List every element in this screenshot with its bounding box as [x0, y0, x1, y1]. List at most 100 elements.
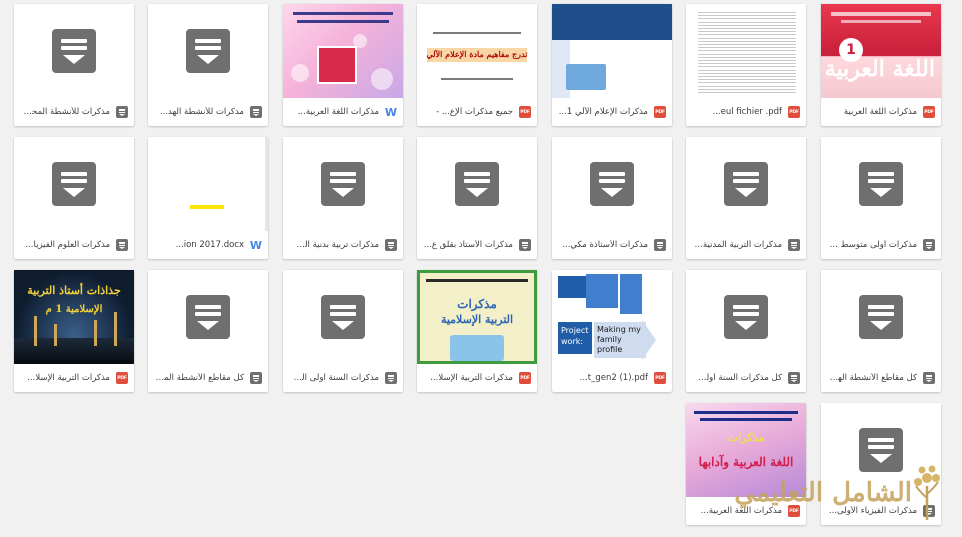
file-name: مذكرات السنة اولى الم... — [289, 373, 379, 383]
file-thumbnail — [148, 4, 268, 98]
archive-icon — [52, 162, 96, 206]
file-card[interactable]: مذكرات الأستاذ بقلق ع... — [417, 137, 537, 259]
thumb-title: تدرج مفاهيم مادة الإعلام الآلي — [426, 49, 528, 59]
file-footer: مذكرات العلوم الفيزيائ... — [14, 231, 134, 259]
file-name: مذكرات الأستاذة مكي... — [562, 240, 648, 250]
file-name: مذكرات اللغة العربية — [843, 107, 917, 117]
file-card[interactable]: مذكرات السنة اولى الم... — [283, 270, 403, 392]
file-name: مذكرات اللغة العربية... — [297, 107, 379, 117]
file-footer: مذكرات تربية بدنية الس... — [283, 231, 403, 259]
file-card[interactable]: W ...ion 2017.docx — [148, 137, 268, 259]
file-card[interactable]: جذاذات أستاذ التربية الإسلامية 1 م PDF مذكر… — [14, 270, 134, 392]
file-footer: مذكرات التربية المدنية أ... — [686, 231, 806, 259]
file-thumbnail: Project work: Making my family profile — [552, 270, 672, 364]
pdf-icon: PDF — [116, 372, 128, 384]
file-thumbnail: 1 اللغة العربية — [821, 4, 941, 98]
file-footer: PDF مذكرات التربية الإسلا... — [14, 364, 134, 392]
archive-icon — [788, 372, 800, 384]
file-card[interactable]: Project work: Making my family profile PDF… — [552, 270, 672, 392]
file-card[interactable]: مذكرات اللغة العربية وآدابها PDF مذكرات الل… — [686, 403, 806, 525]
word-doc-icon: W — [384, 105, 398, 119]
file-card[interactable]: مذكرات للأنشطة الهد... — [148, 4, 268, 126]
file-card[interactable]: مذكرات العلوم الفيزيائ... — [14, 137, 134, 259]
file-thumbnail — [686, 4, 806, 98]
archive-icon — [724, 295, 768, 339]
pdf-icon: PDF — [788, 505, 800, 517]
archive-icon — [788, 239, 800, 251]
pdf-icon: PDF — [519, 106, 531, 118]
archive-icon — [724, 162, 768, 206]
file-thumbnail — [821, 137, 941, 231]
file-name: مذكرات التربية الإسلا... — [430, 373, 513, 383]
archive-icon — [186, 295, 230, 339]
thumb-title: اللغة العربية — [824, 56, 935, 82]
file-card[interactable]: مذكرات الأستاذة مكي... — [552, 137, 672, 259]
archive-icon — [859, 428, 903, 472]
file-footer: مذكرات الفيزياء الأولى... — [821, 497, 941, 525]
file-card[interactable]: W مذكرات اللغة العربية... — [283, 4, 403, 126]
file-card[interactable]: مذكرات تربية بدنية الس... — [283, 137, 403, 259]
file-thumbnail — [686, 137, 806, 231]
file-name: مذكرات اللغة العربية... — [700, 506, 782, 516]
file-name: مذكرات الإعلام الآلي 1... — [558, 107, 648, 117]
file-footer: مذكرات الأستاذ بقلق ع... — [417, 231, 537, 259]
pdf-icon: PDF — [654, 106, 666, 118]
pdf-icon: PDF — [654, 372, 666, 384]
file-name: كل مذكرات السنة أولى... — [692, 373, 782, 383]
file-card[interactable]: مذكرات أولى متوسط ع... — [821, 137, 941, 259]
file-footer: PDF ...t_gen2 (1).pdf — [552, 364, 672, 392]
file-card[interactable]: 1 اللغة العربية PDF مذكرات اللغة العربية — [821, 4, 941, 126]
file-footer: PDF ...eul fichier .pdf — [686, 98, 806, 126]
archive-icon — [385, 239, 397, 251]
archive-icon — [116, 239, 128, 251]
file-card[interactable]: مذكرات التربية الإسلامية PDF مذكرات التربية… — [417, 270, 537, 392]
file-card[interactable]: مذكرات الفيزياء الأولى... — [821, 403, 941, 525]
archive-icon — [859, 162, 903, 206]
archive-icon — [590, 162, 634, 206]
file-card[interactable]: مذكرات للأنشطة المحد... — [14, 4, 134, 126]
file-name: مذكرات تربية بدنية الس... — [289, 240, 379, 250]
thumb-box-text: Making my family profile — [594, 322, 646, 358]
file-footer: PDF مذكرات اللغة العربية — [821, 98, 941, 126]
file-card[interactable]: PDF ...eul fichier .pdf — [686, 4, 806, 126]
file-footer: W ...ion 2017.docx — [148, 231, 268, 259]
file-card[interactable]: PDF مذكرات الإعلام الآلي 1... — [552, 4, 672, 126]
file-name: مذكرات التربية المدنية أ... — [692, 240, 782, 250]
file-thumbnail: مذكرات التربية الإسلامية — [417, 270, 537, 364]
file-footer: كل مذكرات السنة أولى... — [686, 364, 806, 392]
file-footer: مذكرات أولى متوسط ع... — [821, 231, 941, 259]
word-doc-icon: W — [249, 238, 263, 252]
pdf-icon: PDF — [519, 372, 531, 384]
file-footer: PDF جميع مذكرات الإع... - — [417, 98, 537, 126]
archive-icon — [455, 162, 499, 206]
archive-icon — [519, 239, 531, 251]
file-thumbnail — [821, 403, 941, 497]
file-thumbnail — [686, 270, 806, 364]
archive-icon — [859, 295, 903, 339]
file-footer: كل مقاطع الأنشطة الهد... — [821, 364, 941, 392]
file-name: جميع مذكرات الإع... - — [436, 107, 513, 117]
thumb-title: جذاذات أستاذ التربية — [27, 284, 121, 297]
file-card[interactable]: كل مقاطع الأنشطة الما... — [148, 270, 268, 392]
file-card[interactable]: مذكرات التربية المدنية أ... — [686, 137, 806, 259]
file-card[interactable]: كل مذكرات السنة أولى... — [686, 270, 806, 392]
file-footer: مذكرات الأستاذة مكي... — [552, 231, 672, 259]
file-name: مذكرات للأنشطة المحد... — [20, 107, 110, 117]
archive-icon — [385, 372, 397, 384]
archive-icon — [250, 372, 262, 384]
file-card[interactable]: تدرج مفاهيم مادة الإعلام الآلي PDF جميع مذ… — [417, 4, 537, 126]
archive-icon — [186, 29, 230, 73]
file-name: ...ion 2017.docx — [175, 240, 244, 250]
file-card[interactable]: كل مقاطع الأنشطة الهد... — [821, 270, 941, 392]
file-name: ...t_gen2 (1).pdf — [579, 373, 648, 383]
archive-icon — [321, 162, 365, 206]
pdf-icon: PDF — [788, 106, 800, 118]
file-footer: PDF مذكرات اللغة العربية... — [686, 497, 806, 525]
file-thumbnail — [283, 137, 403, 231]
file-footer: PDF مذكرات الإعلام الآلي 1... — [552, 98, 672, 126]
file-thumbnail: جذاذات أستاذ التربية الإسلامية 1 م — [14, 270, 134, 364]
file-name: كل مقاطع الأنشطة الهد... — [827, 373, 917, 383]
archive-icon — [654, 239, 666, 251]
archive-icon — [52, 29, 96, 73]
file-thumbnail — [821, 270, 941, 364]
